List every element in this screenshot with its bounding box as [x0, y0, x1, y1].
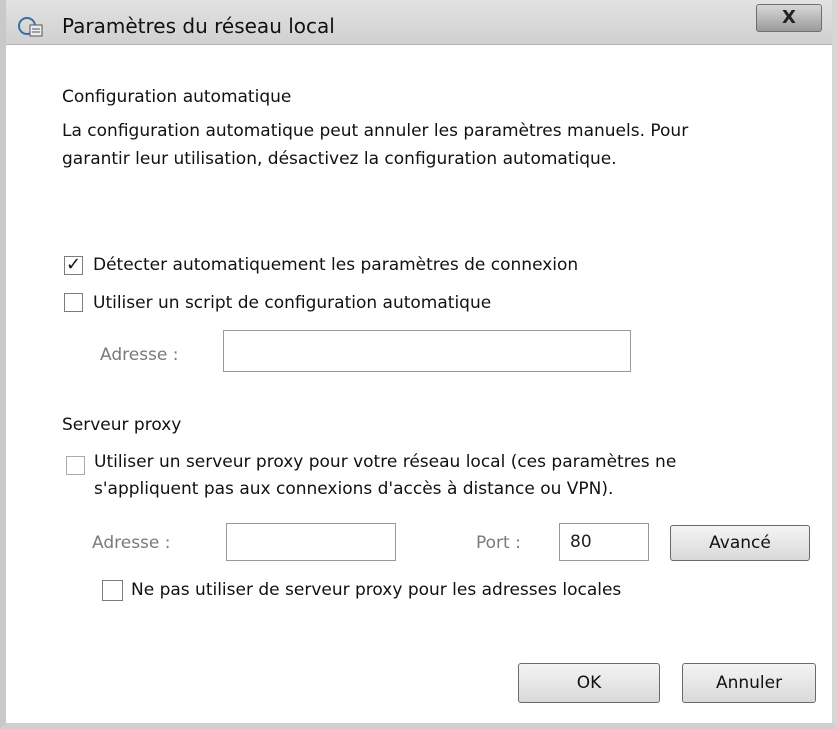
- auto-config-script-checkbox[interactable]: [64, 293, 83, 312]
- ok-button[interactable]: OK: [518, 663, 660, 703]
- use-proxy-label-line1: Utiliser un serveur proxy pour votre rés…: [94, 452, 677, 472]
- port-label: Port :: [476, 533, 521, 553]
- script-address-input[interactable]: [223, 330, 631, 372]
- detect-settings-label[interactable]: Détecter automatiquement les paramètres …: [93, 255, 578, 275]
- title-bar[interactable]: Paramètres du réseau local X: [6, 0, 832, 45]
- use-proxy-label-line2: s'appliquent pas aux connexions d'accès …: [94, 479, 614, 499]
- auto-config-description-line2: garantir leur utilisation, désactivez la…: [62, 149, 617, 169]
- proxy-address-input[interactable]: [226, 523, 396, 561]
- lan-settings-dialog: Paramètres du réseau local X Configurati…: [0, 0, 838, 729]
- advanced-button[interactable]: Avancé: [670, 525, 810, 561]
- network-settings-icon: [18, 16, 44, 38]
- bypass-local-label[interactable]: Ne pas utiliser de serveur proxy pour le…: [131, 580, 621, 600]
- script-address-label: Adresse :: [100, 345, 179, 365]
- proxy-address-label: Adresse :: [92, 533, 171, 553]
- auto-config-description: La configuration automatique peut annule…: [62, 117, 822, 173]
- use-proxy-checkbox[interactable]: [66, 456, 85, 475]
- close-button[interactable]: X: [756, 4, 822, 32]
- window-title: Paramètres du réseau local: [62, 14, 335, 38]
- port-input[interactable]: [559, 523, 649, 561]
- use-proxy-label[interactable]: Utiliser un serveur proxy pour votre rés…: [94, 449, 814, 503]
- proxy-heading: Serveur proxy: [62, 415, 182, 435]
- bypass-local-checkbox[interactable]: [102, 580, 123, 601]
- dialog-content: Configuration automatique La configurati…: [6, 45, 832, 723]
- close-icon: X: [782, 7, 796, 28]
- cancel-button[interactable]: Annuler: [682, 663, 816, 703]
- auto-config-script-label[interactable]: Utiliser un script de configuration auto…: [93, 293, 491, 313]
- auto-config-description-line1: La configuration automatique peut annule…: [62, 121, 689, 141]
- auto-config-heading: Configuration automatique: [62, 87, 292, 107]
- detect-settings-checkbox[interactable]: [64, 254, 83, 275]
